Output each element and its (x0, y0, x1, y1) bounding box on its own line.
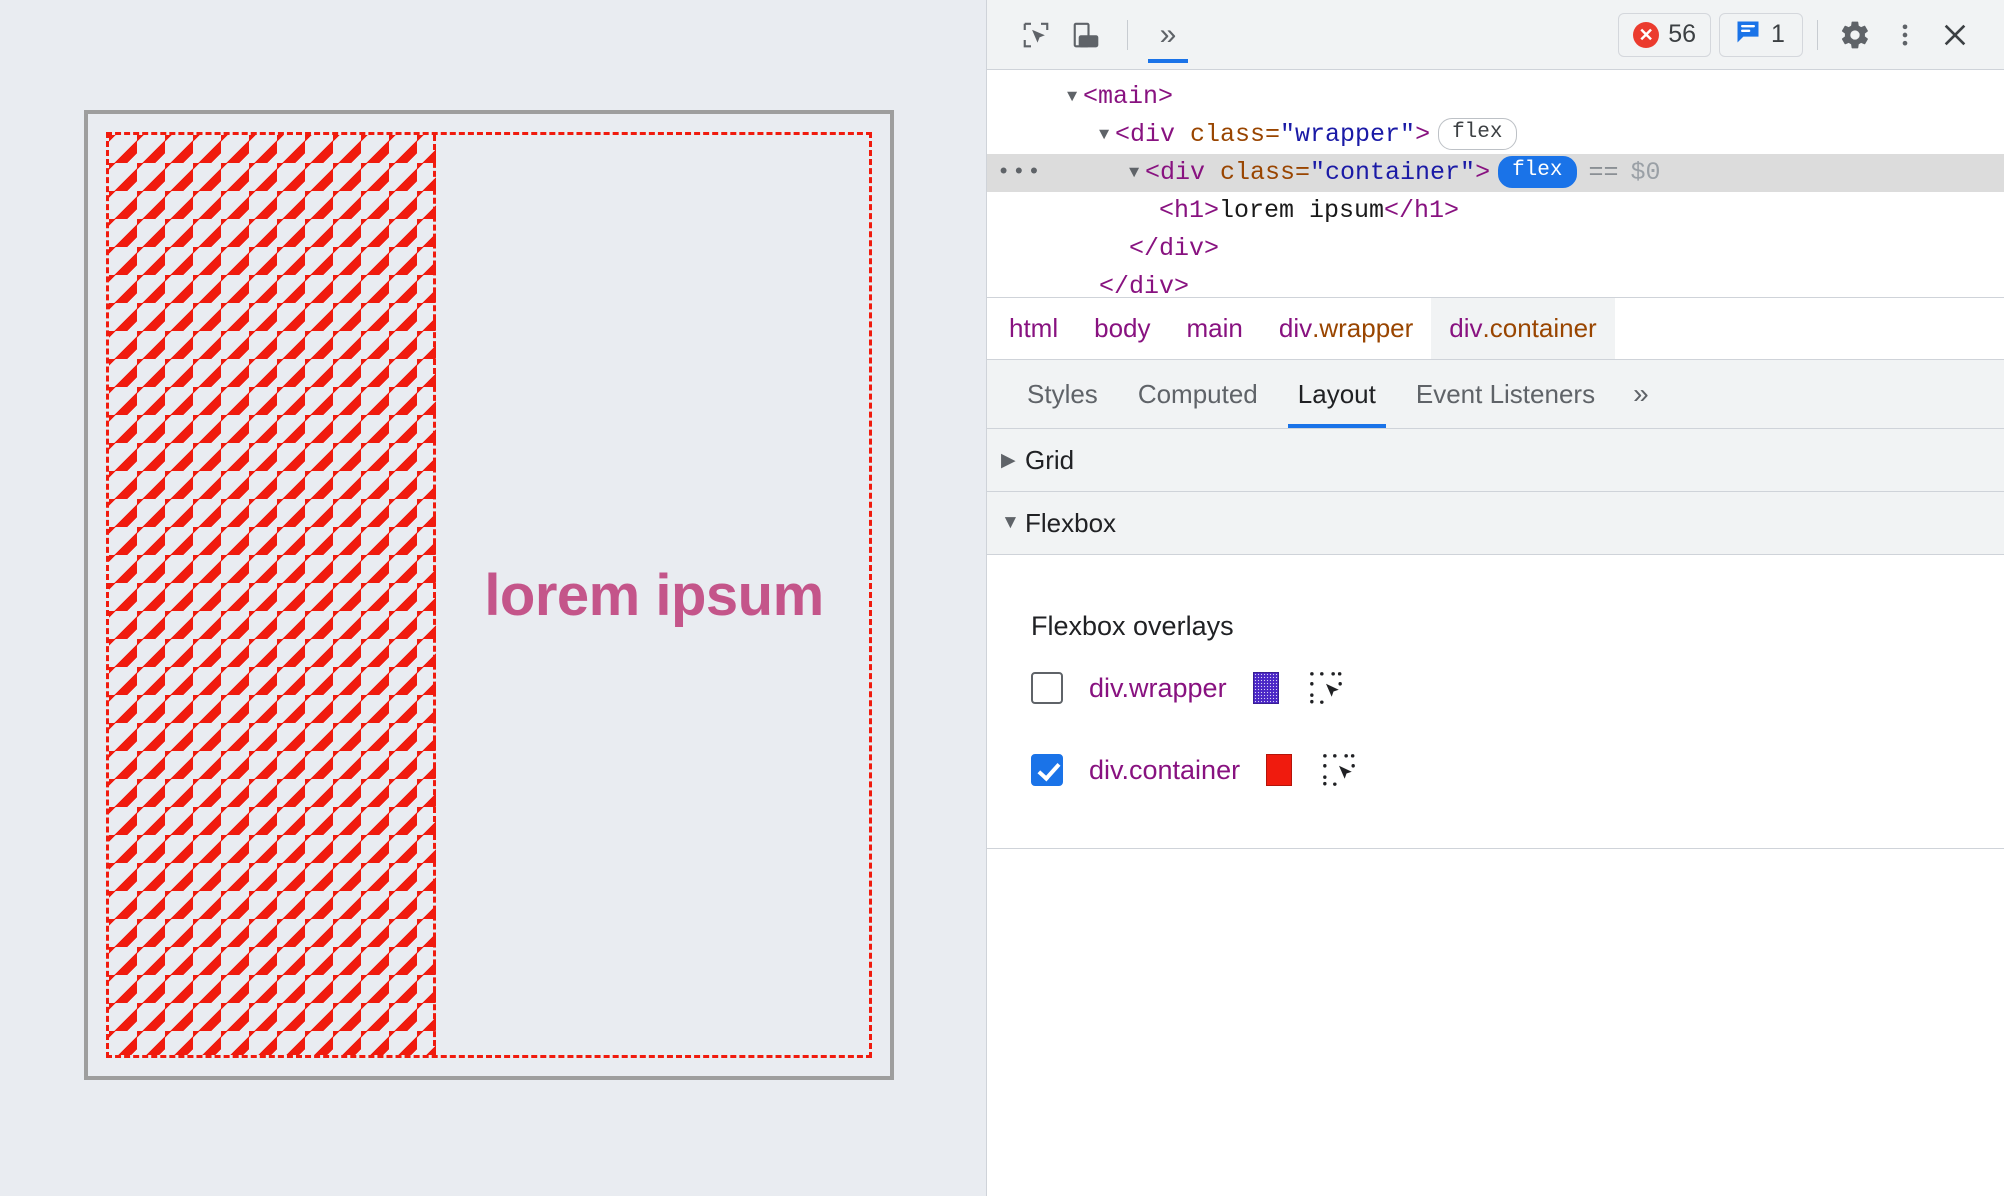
select-element-icon-container[interactable] (1322, 753, 1356, 787)
flexbox-overlay-container: lorem ipsum (106, 132, 872, 1058)
breadcrumb-tag: div (1278, 313, 1313, 343)
active-tab-underline (1148, 58, 1188, 63)
kebab-menu-icon[interactable] (1882, 12, 1928, 58)
breadcrumb-class: .container (1482, 313, 1597, 343)
warnings-badge[interactable]: 1 (1719, 12, 1803, 57)
flex-free-space-hatching (109, 135, 436, 1055)
chevron-more-tabs-icon[interactable]: » (1142, 17, 1194, 63)
dom-close-tag-wrapper: </div> (1099, 272, 1190, 297)
overlay-color-swatch-wrapper[interactable] (1252, 672, 1279, 704)
page-viewport: lorem ipsum (0, 0, 986, 1196)
flex-item-h1: lorem ipsum (439, 135, 869, 1055)
flexbox-overlays-title: Flexbox overlays (1031, 611, 1234, 641)
breadcrumb-tag: html (1009, 313, 1059, 343)
chevron-down-icon[interactable]: ▼ (1001, 512, 1025, 534)
breadcrumb-item-container[interactable]: div .container (1431, 298, 1615, 359)
breadcrumb-item-body[interactable]: body (1076, 298, 1168, 359)
error-icon: ✕ (1633, 21, 1660, 48)
tab-styles[interactable]: Styles (1007, 360, 1118, 428)
flex-badge-container[interactable]: flex (1498, 156, 1577, 188)
disclosure-triangle-icon[interactable]: ▼ (1129, 155, 1145, 193)
overlay-row-container[interactable]: div.container (987, 734, 2004, 806)
section-title-flexbox: Flexbox (1025, 507, 1117, 538)
breadcrumb-tag: div (1449, 313, 1483, 343)
toolbar-divider-1 (1127, 19, 1128, 50)
device-toolbar-icon[interactable] (1063, 12, 1109, 58)
breadcrumb-item-wrapper[interactable]: div .wrapper (1261, 298, 1431, 359)
inspect-cursor-icon[interactable] (1013, 12, 1059, 58)
page-heading: lorem ipsum (484, 562, 824, 628)
devtools-toolbar: » ✕ 56 1 (987, 0, 2004, 70)
dom-tag-open-h1: <h1> (1159, 196, 1220, 225)
dom-text-h1: lorem ipsum (1219, 196, 1385, 225)
select-element-icon-wrapper[interactable] (1309, 671, 1343, 705)
panel-tab-bar[interactable]: Styles Computed Layout Event Listeners » (987, 359, 2004, 429)
chevron-more-tabs-glyph: » (1159, 17, 1177, 51)
overlay-checkbox-container[interactable] (1031, 754, 1063, 786)
overlay-color-swatch-container[interactable] (1266, 754, 1293, 786)
tab-event-listeners[interactable]: Event Listeners (1396, 360, 1615, 428)
dom-row-ellipsis-icon[interactable]: ••• (997, 162, 1043, 184)
breadcrumb-item-html[interactable]: html (987, 298, 1076, 359)
dom-row-close-wrapper[interactable]: </div> (987, 268, 2004, 297)
dom-attr-name-wrapper: class= (1190, 120, 1281, 149)
devtools-panel: » ✕ 56 1 ▼ <main> ▼ <div class="wrapper"… (986, 0, 2004, 1196)
section-header-flexbox[interactable]: ▼ Flexbox (987, 492, 2004, 555)
dom-tag-close-container: > (1475, 158, 1491, 187)
flexbox-section-body: Flexbox overlays div.wrapper div.contain… (987, 555, 2004, 1196)
dom-row-close-container[interactable]: </div> (987, 230, 2004, 268)
dom-tag-close-wrapper: > (1415, 120, 1431, 149)
dom-tree[interactable]: ▼ <main> ▼ <div class="wrapper"> flex ••• ▼ <… (987, 70, 2004, 297)
dom-eqeq: == (1588, 158, 1619, 187)
breadcrumb-tag: body (1094, 313, 1151, 343)
tab-computed[interactable]: Computed (1118, 360, 1278, 428)
dom-close-tag-container: </div> (1129, 234, 1220, 263)
dom-attr-value-wrapper: "wrapper" (1280, 120, 1416, 149)
disclosure-triangle-icon[interactable]: ▼ (1067, 79, 1083, 117)
close-icon[interactable] (1932, 12, 1978, 58)
section-header-grid[interactable]: ▶ Grid (987, 429, 2004, 492)
dom-attr-name-container: class= (1220, 158, 1311, 187)
dom-tag-open-container: <div (1145, 158, 1221, 187)
dom-dollar-zero: $0 (1630, 158, 1661, 187)
dom-row-h1[interactable]: <h1>lorem ipsum</h1> (987, 192, 2004, 230)
dom-row-wrapper[interactable]: ▼ <div class="wrapper"> flex (987, 116, 2004, 154)
breadcrumb-item-main[interactable]: main (1169, 298, 1261, 359)
screen: lorem ipsum » ✕ 56 1 ▼ <main> ▼ <div cla… (0, 0, 2004, 1196)
dom-tag-main: <main> (1083, 82, 1174, 111)
toolbar-divider-2 (1817, 19, 1818, 50)
breadcrumb[interactable]: html body main div .wrapper div .container (987, 297, 2004, 359)
overlay-checkbox-wrapper[interactable] (1031, 672, 1063, 704)
dom-row-container[interactable]: ••• ▼ <div class="container"> flex == $0 (987, 154, 2004, 192)
overlay-label-wrapper: div.wrapper (1089, 672, 1227, 703)
disclosure-triangle-icon[interactable]: ▼ (1099, 117, 1115, 155)
section-title-grid: Grid (1025, 444, 1075, 475)
dom-attr-value-container: "container" (1310, 158, 1476, 187)
chevron-right-icon[interactable]: ▶ (1001, 449, 1025, 472)
overlay-label-container: div.container (1089, 754, 1241, 785)
errors-badge[interactable]: ✕ 56 (1618, 12, 1711, 57)
warnings-count: 1 (1771, 20, 1785, 48)
tab-overflow-icon[interactable]: » (1615, 360, 1667, 428)
tab-layout[interactable]: Layout (1278, 360, 1396, 428)
dom-row-main[interactable]: ▼ <main> (987, 78, 2004, 116)
flexbox-section-divider (987, 848, 2004, 849)
breadcrumb-class: .wrapper (1312, 313, 1414, 343)
overlay-row-wrapper[interactable]: div.wrapper (987, 652, 2004, 724)
wrapper-box: lorem ipsum (84, 110, 894, 1080)
gear-icon[interactable] (1832, 12, 1878, 58)
breadcrumb-tag: main (1186, 313, 1243, 343)
dom-tag-open-wrapper: <div (1115, 120, 1191, 149)
dom-tag-close-h1: </h1> (1384, 196, 1460, 225)
flex-badge-wrapper[interactable]: flex (1438, 118, 1517, 150)
message-icon (1734, 18, 1762, 51)
errors-count: 56 (1668, 20, 1696, 48)
